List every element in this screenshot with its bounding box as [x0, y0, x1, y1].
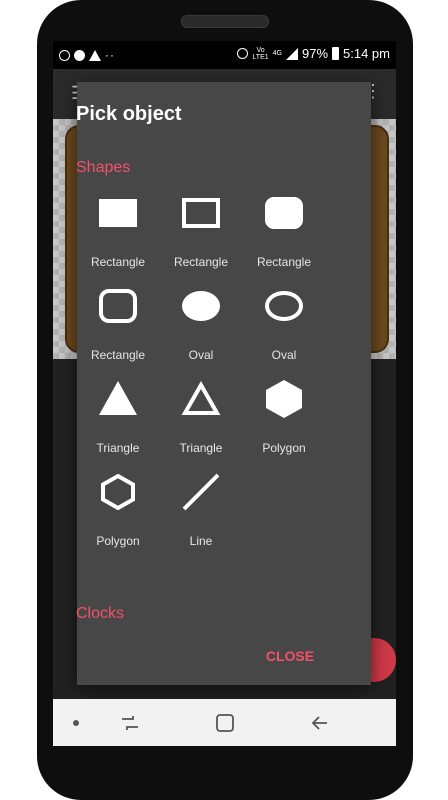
object-label: Rectangle [90, 348, 146, 362]
back-icon[interactable] [307, 710, 333, 736]
object-label: Polygon [262, 441, 306, 455]
object-rectangle-outline[interactable]: Rectangle [159, 191, 243, 284]
object-triangle-outline[interactable]: Triangle [159, 377, 243, 470]
object-label: Line [189, 534, 213, 548]
alarm-clock-icon [237, 48, 249, 59]
hexagon-filled-icon [266, 380, 302, 418]
section-title-shapes: Shapes [76, 159, 131, 176]
warning-icon [89, 49, 101, 61]
recent-apps-icon[interactable] [117, 710, 143, 736]
object-oval-outline[interactable]: Oval [242, 284, 326, 377]
object-label: Triangle [179, 441, 223, 455]
battery-icon [332, 47, 340, 60]
home-icon[interactable] [212, 710, 238, 736]
object-oval-filled[interactable]: Oval [159, 284, 243, 377]
alarm-icon [59, 49, 70, 61]
object-hexagon-outline[interactable]: Polygon [76, 470, 160, 563]
clock-time: 5:14 pm [343, 46, 390, 61]
object-triangle-filled[interactable]: Triangle [76, 377, 160, 470]
more-notifications-icon: ·· [105, 48, 115, 62]
section-title-clocks[interactable]: Clocks [76, 605, 124, 623]
object-hexagon-filled[interactable]: Polygon [242, 377, 326, 470]
object-label: Polygon [96, 534, 140, 548]
signal-icon [285, 47, 298, 60]
close-button[interactable]: CLOSE [260, 645, 320, 667]
object-rectangle-filled[interactable]: Rectangle [76, 191, 160, 284]
object-rounded-rectangle-filled[interactable]: Rectangle [242, 191, 326, 284]
object-line[interactable]: Line [159, 470, 243, 563]
dialog-title: Pick object [76, 103, 182, 125]
rectangle-filled-icon [99, 199, 137, 227]
object-label: Rectangle [173, 255, 229, 269]
line-icon [182, 473, 220, 511]
rectangle-outline-icon [182, 198, 220, 228]
rounded-rectangle-outline-icon [99, 289, 137, 323]
object-label: Oval [188, 348, 214, 362]
battery-percent: 97% [301, 46, 329, 61]
object-rounded-rectangle-outline[interactable]: Rectangle [76, 284, 160, 377]
triangle-outline-icon [181, 380, 221, 415]
object-label: Oval [271, 348, 297, 362]
oval-filled-icon [182, 291, 220, 321]
sync-icon [74, 49, 85, 61]
status-bar: ·· Vo LTE1 4G 97% 5:14 pm [53, 41, 396, 69]
nav-dot-icon[interactable] [73, 720, 79, 726]
oval-outline-icon [265, 291, 303, 321]
object-label: Rectangle [256, 255, 312, 269]
triangle-filled-icon [99, 381, 137, 415]
phone-speaker [181, 15, 269, 28]
screen: ·· VoLTE1 4G 97% 5:14 pm ☰ ⋮ Pick object… [53, 41, 396, 746]
object-label: Triangle [96, 441, 140, 455]
volte-indicator: Vo LTE1 [252, 46, 269, 61]
hexagon-outline-icon [101, 473, 135, 511]
rounded-rectangle-filled-icon [265, 197, 303, 229]
system-navigation-bar [53, 699, 396, 746]
object-label: Rectangle [90, 255, 146, 269]
network-type: 4G [272, 50, 282, 57]
